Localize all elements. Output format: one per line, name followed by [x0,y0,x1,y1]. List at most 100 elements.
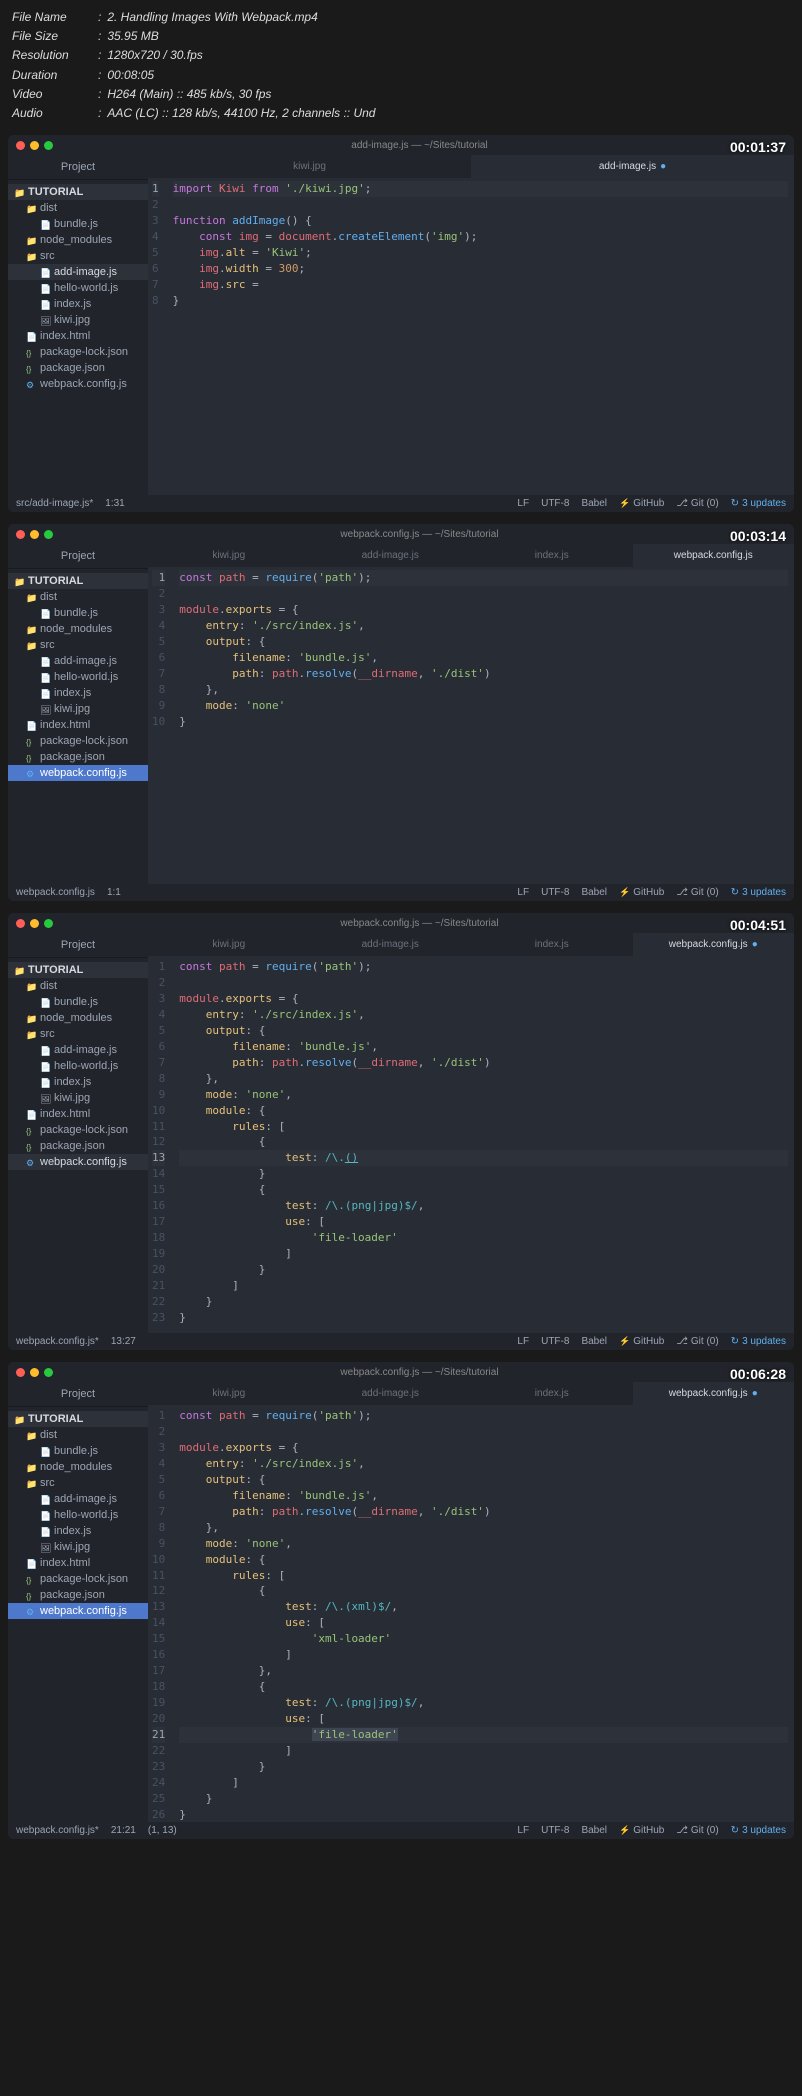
tree-file[interactable]: package-lock.json [8,1122,148,1138]
status-encoding[interactable]: UTF-8 [541,1825,569,1836]
tree-folder[interactable]: dist [8,589,148,605]
tree-file[interactable]: index.html [8,1555,148,1571]
close-icon[interactable] [16,530,25,539]
status-language[interactable]: Babel [581,498,607,509]
tree-file[interactable]: add-image.js [8,1042,148,1058]
file-tree[interactable]: TUTORIAL dist bundle.js node_modules src… [8,958,148,1333]
maximize-icon[interactable] [44,1368,53,1377]
tree-file-active[interactable]: add-image.js [8,264,148,280]
tree-root[interactable]: TUTORIAL [8,962,148,978]
traffic-lights[interactable] [16,919,53,928]
status-git[interactable]: ⎇ Git (0) [676,1825,718,1836]
tree-folder[interactable]: dist [8,978,148,994]
tab-index[interactable]: index.js [471,933,633,956]
tree-root[interactable]: TUTORIAL [8,1411,148,1427]
tree-file[interactable]: package-lock.json [8,733,148,749]
status-updates[interactable]: ↻ 3 updates [731,1336,786,1347]
status-path[interactable]: webpack.config.js* [16,1825,99,1836]
maximize-icon[interactable] [44,530,53,539]
tree-root[interactable]: TUTORIAL [8,184,148,200]
titlebar[interactable]: webpack.config.js — ~/Sites/tutorial [8,524,794,544]
tree-file[interactable]: package.json [8,1138,148,1154]
tree-folder[interactable]: src [8,1475,148,1491]
tree-file[interactable]: kiwi.jpg [8,1090,148,1106]
code-editor[interactable]: 12345678910 const path = require('path')… [148,567,794,884]
file-tree[interactable]: TUTORIAL dist bundle.js node_modules src… [8,569,148,884]
tree-file[interactable]: package.json [8,1587,148,1603]
code-content[interactable]: const path = require('path'); module.exp… [173,567,794,884]
status-updates[interactable]: ↻ 3 updates [731,498,786,509]
status-bar[interactable]: webpack.config.js* 21:21 (1, 13) LF UTF-… [8,1822,794,1839]
tree-file[interactable]: index.html [8,328,148,344]
traffic-lights[interactable] [16,141,53,150]
tab-webpack[interactable]: webpack.config.js [633,544,795,567]
tree-file[interactable]: index.js [8,1074,148,1090]
status-lf[interactable]: LF [517,498,529,509]
tree-file[interactable]: webpack.config.js [8,376,148,392]
code-editor[interactable]: 1234567891011121314151617181920212223 co… [148,956,794,1333]
tree-file-selected[interactable]: webpack.config.js [8,765,148,781]
status-language[interactable]: Babel [581,1336,607,1347]
status-encoding[interactable]: UTF-8 [541,887,569,898]
tree-file[interactable]: index.js [8,1523,148,1539]
status-position[interactable]: 1:31 [105,498,124,509]
tab-index[interactable]: index.js [471,1382,633,1405]
editor-tabs[interactable]: kiwi.jpg add-image.js● [148,155,794,178]
tab-webpack[interactable]: webpack.config.js● [633,933,795,956]
status-git[interactable]: ⎇ Git (0) [676,498,718,509]
tree-file[interactable]: hello-world.js [8,280,148,296]
status-position[interactable]: 13:27 [111,1336,136,1347]
status-encoding[interactable]: UTF-8 [541,1336,569,1347]
minimize-icon[interactable] [30,141,39,150]
tree-file[interactable]: add-image.js [8,1491,148,1507]
tree-folder[interactable]: src [8,1026,148,1042]
tree-file[interactable]: package.json [8,360,148,376]
minimize-icon[interactable] [30,919,39,928]
tab-kiwi[interactable]: kiwi.jpg [148,1382,310,1405]
file-tree[interactable]: TUTORIAL dist bundle.js node_modules src… [8,1407,148,1822]
close-icon[interactable] [16,1368,25,1377]
minimize-icon[interactable] [30,1368,39,1377]
tab-kiwi[interactable]: kiwi.jpg [148,544,310,567]
tab-add-image[interactable]: add-image.js [310,544,472,567]
project-sidebar[interactable]: Project TUTORIAL dist bundle.js node_mod… [8,155,148,495]
tree-file[interactable]: index.js [8,685,148,701]
code-content[interactable]: const path = require('path'); module.exp… [173,956,794,1333]
tree-folder[interactable]: node_modules [8,1459,148,1475]
tree-root[interactable]: TUTORIAL [8,573,148,589]
tree-folder[interactable]: node_modules [8,1010,148,1026]
editor-tabs[interactable]: kiwi.jpg add-image.js index.js webpack.c… [148,1382,794,1405]
status-lf[interactable]: LF [517,1336,529,1347]
status-bar[interactable]: webpack.config.js* 13:27 LF UTF-8 Babel … [8,1333,794,1350]
tab-index[interactable]: index.js [471,544,633,567]
status-path[interactable]: webpack.config.js [16,887,95,898]
status-language[interactable]: Babel [581,887,607,898]
minimize-icon[interactable] [30,530,39,539]
status-position[interactable]: 21:21 [111,1825,136,1836]
tab-webpack[interactable]: webpack.config.js● [633,1382,795,1405]
tree-file-active[interactable]: webpack.config.js [8,1154,148,1170]
tree-file[interactable]: bundle.js [8,1443,148,1459]
tree-folder[interactable]: node_modules [8,232,148,248]
tab-kiwi[interactable]: kiwi.jpg [148,933,310,956]
code-editor[interactable]: 1234567891011121314151617181920212223242… [148,1405,794,1822]
project-sidebar[interactable]: Project TUTORIAL dist bundle.js node_mod… [8,933,148,1333]
status-updates[interactable]: ↻ 3 updates [731,887,786,898]
code-editor[interactable]: 12345678 import Kiwi from './kiwi.jpg'; … [148,178,794,495]
tree-file[interactable]: kiwi.jpg [8,701,148,717]
editor-tabs[interactable]: kiwi.jpg add-image.js index.js webpack.c… [148,544,794,567]
status-encoding[interactable]: UTF-8 [541,498,569,509]
traffic-lights[interactable] [16,1368,53,1377]
tab-add-image[interactable]: add-image.js [310,933,472,956]
tree-file[interactable]: package-lock.json [8,344,148,360]
tree-file[interactable]: add-image.js [8,653,148,669]
status-github[interactable]: GitHub [619,887,664,898]
code-content[interactable]: const path = require('path'); module.exp… [173,1405,794,1822]
status-lf[interactable]: LF [517,887,529,898]
tree-folder[interactable]: node_modules [8,621,148,637]
status-github[interactable]: GitHub [619,1825,664,1836]
titlebar[interactable]: webpack.config.js — ~/Sites/tutorial [8,913,794,933]
maximize-icon[interactable] [44,141,53,150]
titlebar[interactable]: add-image.js — ~/Sites/tutorial [8,135,794,155]
tree-file[interactable]: hello-world.js [8,1507,148,1523]
